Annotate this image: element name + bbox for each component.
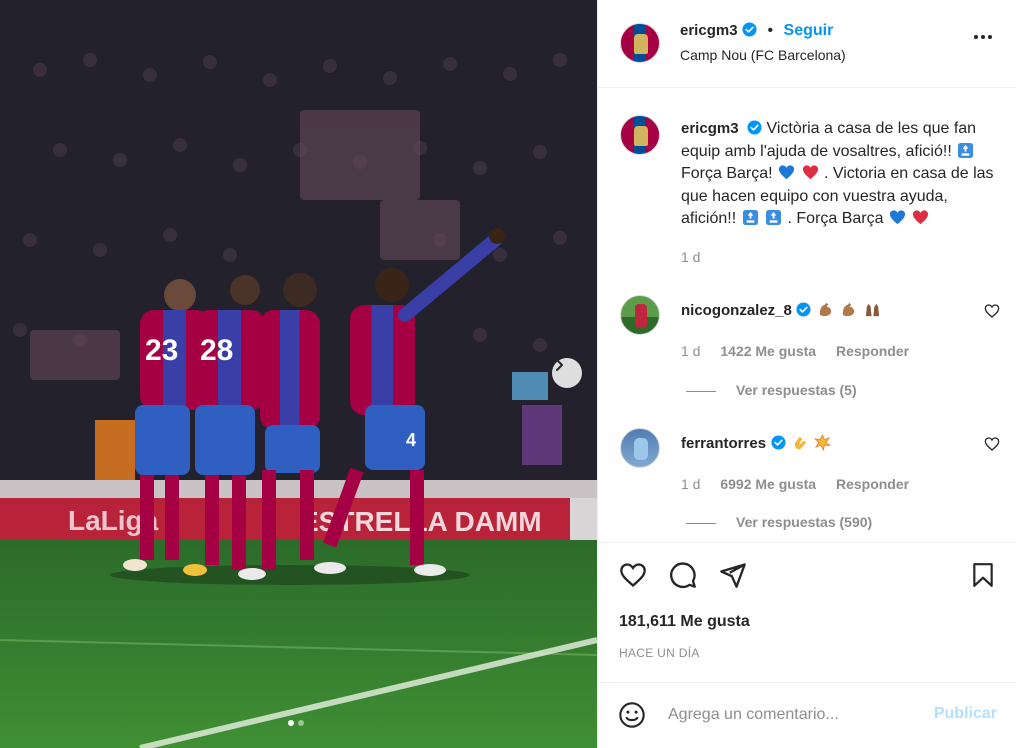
stadium-scene: LaLiga ESTRELLA DAMM 23 28 4	[0, 0, 597, 748]
comment-avatar[interactable]	[620, 295, 660, 335]
like-comment-icon[interactable]	[984, 303, 1000, 319]
jersey-number-23: 23	[145, 334, 178, 367]
flexed-biceps-icon	[819, 302, 831, 317]
carousel-indicator	[288, 720, 304, 726]
follow-button[interactable]: Seguir	[784, 22, 834, 39]
like-heart-icon[interactable]	[618, 561, 648, 589]
next-photo-button[interactable]	[552, 358, 582, 388]
comment-meta: 1 d 1422 Me gusta Responder	[681, 343, 925, 359]
collision-icon	[814, 434, 832, 451]
top-arrow-icon	[742, 209, 758, 226]
blue-heart-icon	[778, 165, 795, 180]
caption-timestamp[interactable]: 1 d	[681, 249, 700, 265]
jersey-number-4: 4	[406, 430, 416, 450]
replies-divider	[686, 522, 716, 524]
comment-text: nicogonzalez_8	[681, 301, 882, 320]
share-send-icon[interactable]	[719, 561, 747, 589]
caption-text: ericgm3 Victòria a casa de les que fan e…	[681, 118, 1001, 231]
action-bar	[598, 542, 1016, 612]
caption-username[interactable]: ericgm3	[681, 120, 739, 137]
view-replies-button[interactable]: Ver respuestas (590)	[686, 514, 872, 530]
comment-likes[interactable]: 1422 Me gusta	[720, 343, 816, 359]
emoji-picker-icon[interactable]	[618, 701, 646, 729]
more-options-icon[interactable]	[973, 34, 993, 40]
carousel-dot	[298, 720, 304, 726]
location-link[interactable]: Camp Nou (FC Barcelona)	[680, 47, 846, 63]
publish-button[interactable]: Publicar	[934, 705, 997, 723]
caption-line-4: . Força Barça	[787, 210, 884, 227]
like-comment-icon[interactable]	[984, 436, 1000, 452]
top-arrow-icon	[765, 209, 782, 226]
comment-bubble-icon[interactable]	[669, 561, 697, 589]
verified-badge-icon	[747, 120, 762, 135]
replies-divider	[686, 390, 716, 392]
post-details-panel: ericgm3 • Seguir Camp Nou (FC Barcelona)…	[597, 0, 1016, 748]
avatar[interactable]	[620, 23, 660, 63]
comment-text: ferrantorres	[681, 434, 832, 453]
comment-likes[interactable]: 6992 Me gusta	[720, 476, 816, 492]
clapping-hands-icon	[794, 436, 807, 450]
chevron-right-icon	[556, 359, 563, 371]
jersey-number-28: 28	[200, 334, 233, 367]
comment-avatar[interactable]	[620, 428, 660, 468]
blue-heart-icon	[889, 210, 906, 225]
carousel-dot-active	[288, 720, 294, 726]
comment-timestamp[interactable]: 1 d	[681, 343, 700, 359]
post-time-ago: HACE UN DÍA	[619, 646, 700, 660]
red-heart-icon	[802, 165, 818, 180]
post-header: ericgm3 • Seguir Camp Nou (FC Barcelona)	[598, 0, 1016, 88]
comment-username[interactable]: ferrantorres	[681, 435, 766, 452]
reply-button[interactable]: Responder	[836, 476, 909, 492]
author-username[interactable]: ericgm3	[680, 22, 738, 39]
view-replies-label: Ver respuestas (590)	[736, 514, 873, 530]
verified-badge-icon	[770, 435, 786, 450]
reply-button[interactable]: Responder	[836, 343, 909, 359]
red-heart-icon	[913, 210, 929, 225]
comment-composer: Publicar	[598, 682, 1016, 748]
separator-dot: •	[767, 22, 774, 39]
verified-badge-icon	[796, 302, 811, 317]
raising-hands-icon	[865, 303, 879, 317]
likes-count[interactable]: 181,611 Me gusta	[619, 613, 750, 631]
caption-line-2: Força Barça!	[681, 165, 773, 182]
verified-badge-icon	[742, 22, 757, 37]
post-photo[interactable]: LaLiga ESTRELLA DAMM 23 28 4	[0, 0, 597, 748]
comment-input[interactable]	[668, 703, 918, 727]
top-arrow-icon	[958, 142, 974, 158]
comment-timestamp[interactable]: 1 d	[681, 476, 700, 492]
save-bookmark-icon[interactable]	[970, 561, 996, 589]
view-replies-label: Ver respuestas (5)	[736, 382, 857, 398]
view-replies-button[interactable]: Ver respuestas (5)	[686, 382, 857, 398]
comment-meta: 1 d 6992 Me gusta Responder	[681, 476, 925, 492]
caption-avatar[interactable]	[620, 115, 660, 155]
flexed-biceps-icon	[843, 302, 855, 317]
comment-username[interactable]: nicogonzalez_8	[681, 302, 792, 319]
